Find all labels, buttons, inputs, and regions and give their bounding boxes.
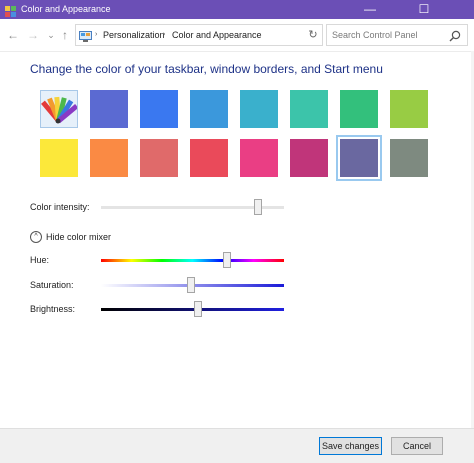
- color-swatch[interactable]: [290, 90, 328, 128]
- breadcrumb-separator: ›: [95, 31, 98, 38]
- search-icon: [449, 29, 461, 42]
- saturation-slider-thumb[interactable]: [186, 277, 195, 293]
- swatch-automatic[interactable]: [40, 90, 79, 128]
- title-bar: Color and Appearance — ☐: [0, 0, 474, 19]
- color-swatch[interactable]: [140, 90, 178, 128]
- refresh-icon[interactable]: ↻: [306, 25, 320, 45]
- color-swatch[interactable]: [290, 139, 328, 177]
- breadcrumb-personalization[interactable]: Personalization: [103, 25, 165, 45]
- chevron-up-icon: ^: [30, 231, 42, 243]
- color-swatch[interactable]: [390, 139, 428, 177]
- color-swatch[interactable]: [390, 90, 428, 128]
- intensity-slider-thumb[interactable]: [254, 199, 263, 215]
- color-swatch[interactable]: [190, 139, 228, 177]
- minimize-button[interactable]: —: [356, 0, 384, 19]
- address-toolbar: ← → ⌄ ↑ › Personalization › Color and Ap…: [0, 19, 474, 52]
- color-swatch[interactable]: [240, 90, 278, 128]
- back-arrow-icon[interactable]: ←: [6, 24, 20, 46]
- intensity-label: Color intensity:: [30, 202, 90, 212]
- brightness-slider-thumb[interactable]: [193, 301, 202, 317]
- cancel-button[interactable]: Cancel: [391, 437, 443, 455]
- color-swatch[interactable]: [340, 90, 378, 128]
- window-title: Color and Appearance: [21, 4, 111, 14]
- hue-label: Hue:: [30, 255, 50, 265]
- color-swatch[interactable]: [90, 139, 128, 177]
- hide-color-mixer-label: Hide color mixer: [46, 232, 112, 242]
- hue-slider-track[interactable]: [101, 259, 284, 262]
- save-changes-button[interactable]: Save changes: [319, 437, 382, 455]
- page-heading: Change the color of your taskbar, window…: [30, 62, 383, 76]
- forward-arrow-icon[interactable]: →: [26, 24, 40, 46]
- brightness-label: Brightness:: [30, 304, 76, 314]
- breadcrumb-separator: ›: [163, 31, 166, 38]
- control-panel-icon: [79, 29, 92, 42]
- breadcrumb-color-and-appearance[interactable]: Color and Appearance: [172, 25, 262, 45]
- saturation-label: Saturation:: [30, 280, 74, 290]
- color-swatch[interactable]: [240, 139, 278, 177]
- footer-bar: Save changes Cancel: [0, 428, 474, 463]
- search-placeholder: Search Control Panel: [332, 30, 418, 40]
- brightness-slider-track[interactable]: [101, 308, 284, 311]
- color-swatch[interactable]: [140, 139, 178, 177]
- color-swatch-selected[interactable]: [336, 135, 382, 181]
- color-fan-icon: [41, 96, 79, 124]
- color-appearance-icon: [5, 4, 16, 17]
- color-swatch[interactable]: [90, 90, 128, 128]
- hue-slider-thumb[interactable]: [223, 252, 232, 268]
- maximize-button[interactable]: ☐: [410, 0, 438, 19]
- search-input[interactable]: Search Control Panel: [326, 24, 468, 46]
- up-arrow-icon[interactable]: ↑: [58, 24, 72, 46]
- color-swatch[interactable]: [40, 139, 78, 177]
- color-swatch[interactable]: [190, 90, 228, 128]
- recent-locations-icon[interactable]: ⌄: [44, 24, 58, 46]
- address-bar[interactable]: › Personalization › Color and Appearance…: [75, 24, 323, 46]
